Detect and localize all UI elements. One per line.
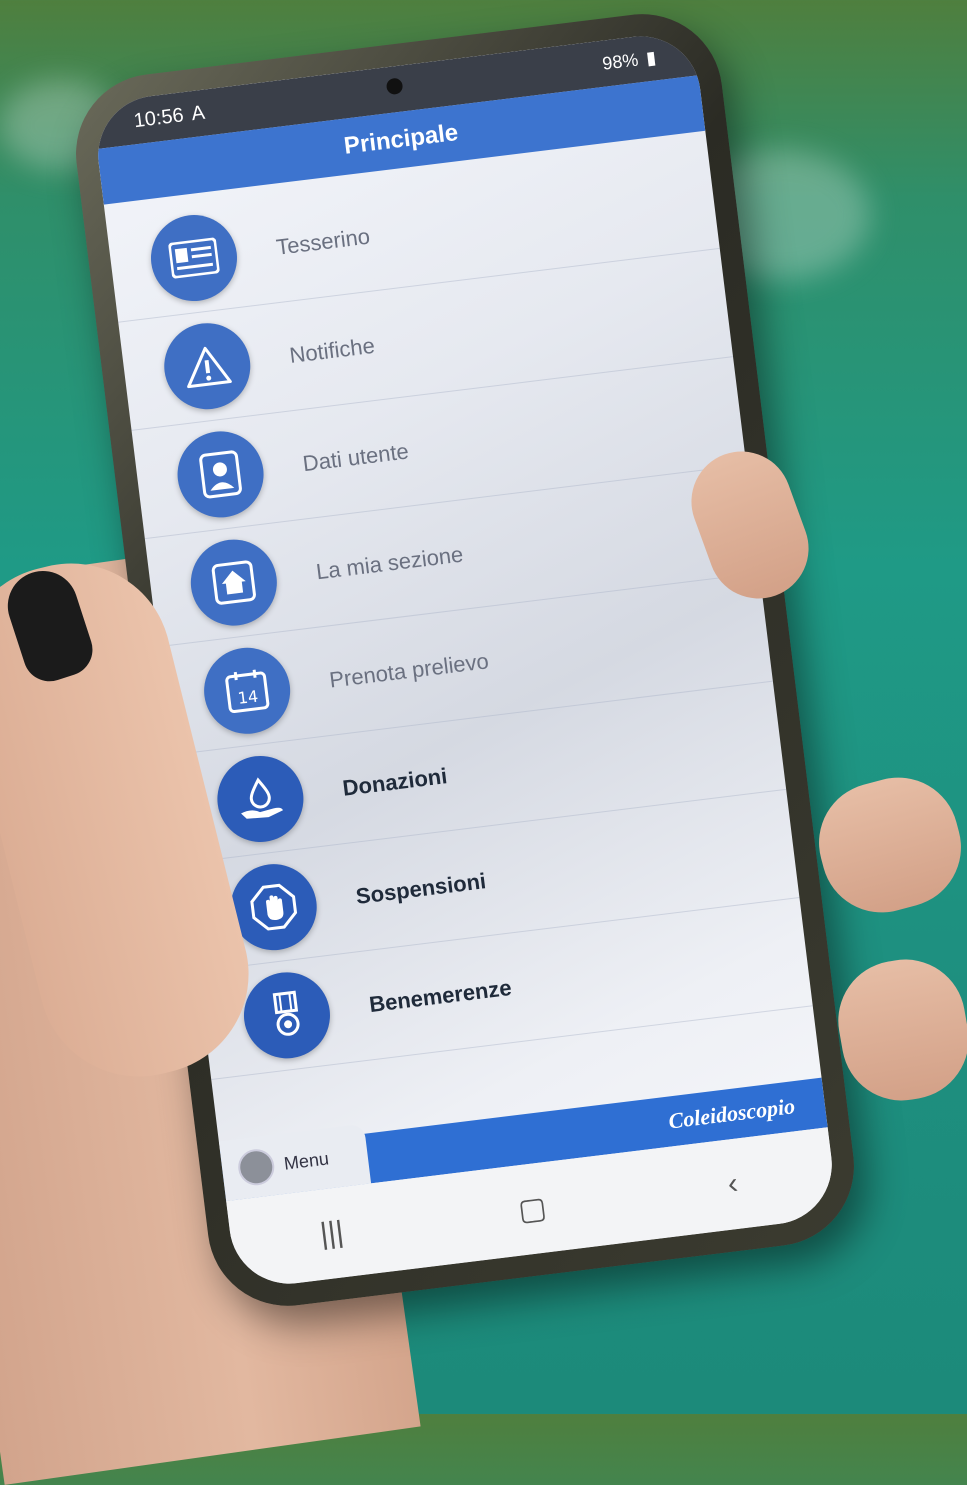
id-card-icon [146, 210, 242, 306]
menu-item-label: Benemerenze [367, 974, 513, 1018]
medal-icon [239, 967, 335, 1064]
battery-icon: ▮ [644, 46, 658, 68]
page-title: Principale [342, 119, 460, 160]
battery-level: 98% [601, 48, 640, 74]
brand-logo-text: Coleidoscopio [667, 1093, 797, 1134]
menu-item-label: Prenota prelievo [327, 648, 490, 693]
menu-button-label: Menu [282, 1147, 330, 1174]
menu-item-label: Donazioni [341, 763, 449, 801]
recent-apps-icon[interactable]: ||| [300, 1213, 364, 1254]
menu-item-label: Sospensioni [354, 868, 488, 909]
user-profile-icon [172, 426, 269, 523]
svg-text:14: 14 [237, 687, 260, 708]
finger [805, 764, 967, 926]
home-button-icon[interactable]: ▢ [500, 1188, 564, 1230]
finger [828, 950, 967, 1110]
home-icon [185, 534, 282, 631]
blood-drop-hand-icon [212, 751, 309, 847]
menu-icon [236, 1147, 277, 1188]
calendar-icon: 14 [199, 642, 296, 739]
menu-item-label: Notifiche [288, 332, 377, 369]
phone-screen: 10:56 A 98% ▮ Principale Tesserino Notif… [91, 29, 839, 1291]
status-notification-icons: A [190, 101, 207, 125]
status-time: 10:56 [132, 103, 185, 132]
menu-item-label: Tesserino [274, 223, 372, 260]
back-icon[interactable]: ‹ [701, 1164, 765, 1205]
menu-item-label: Dati utente [301, 438, 411, 477]
warning-icon [159, 318, 256, 415]
menu-item-label: La mia sezione [314, 541, 465, 585]
